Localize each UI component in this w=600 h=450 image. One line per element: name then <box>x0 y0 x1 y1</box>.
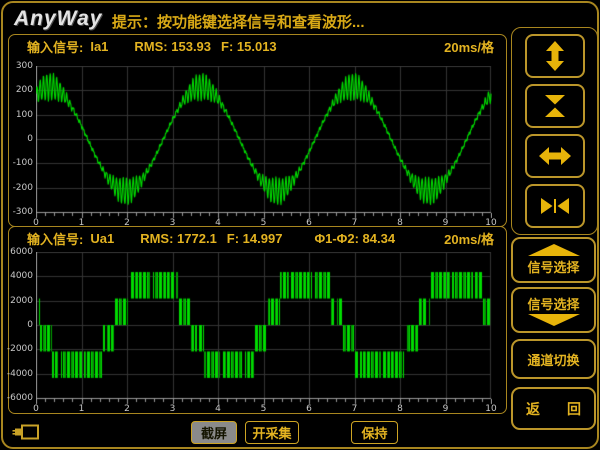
compress-vertical-button[interactable] <box>525 84 585 128</box>
signal-select-label: 信号选择 <box>527 257 579 276</box>
panel-header-ua1: 输入信号: Ua1 RMS: 1772.1 F: 14.997 Φ1-Φ2: 8… <box>27 230 498 247</box>
y-tick-label: 300 <box>16 61 33 71</box>
x-tick-label: 5 <box>261 404 267 414</box>
hold-label: 保持 <box>361 423 387 442</box>
usb-drive-icon <box>12 424 40 440</box>
analyzer-screen: AnyWay 提示：按功能键选择信号和查看波形... 输入信号: Ia1 RMS… <box>0 0 600 450</box>
x-tick-label: 7 <box>352 404 358 414</box>
timebase-readout: 20ms/格 <box>444 37 494 56</box>
expand-vertical-button[interactable] <box>525 34 585 78</box>
y-axis-labels: 3002001000-100-200-300 <box>10 66 35 212</box>
panel-header-ia1: 输入信号: Ia1 RMS: 153.93 F: 15.013 20ms/格 <box>27 38 498 55</box>
channel-switch-button[interactable]: 通道切换 <box>511 339 596 379</box>
y-tick-label: 0 <box>27 320 33 330</box>
screenshot-button[interactable]: 截屏 <box>191 421 237 444</box>
compress-horizontal-icon <box>540 196 570 216</box>
x-tick-label: 1 <box>79 404 85 414</box>
x-tick-label: 4 <box>215 404 221 414</box>
ia1-waveform-canvas <box>36 66 492 219</box>
x-tick-label: 2 <box>124 404 130 414</box>
zoom-button-group <box>511 27 598 235</box>
hold-button[interactable]: 保持 <box>351 421 398 444</box>
y-tick-label: -2000 <box>7 344 33 354</box>
y-tick-label: 100 <box>16 110 33 120</box>
y-tick-label: -100 <box>13 158 33 168</box>
plot-area-ua1 <box>36 252 492 405</box>
expand-horizontal-button[interactable] <box>525 134 585 178</box>
back-label-left: 返 <box>526 399 540 419</box>
y-tick-label: -300 <box>13 207 33 217</box>
frequency-readout: F: 14.997 <box>227 231 283 246</box>
hint-text: 提示：按功能键选择信号和查看波形... <box>112 11 365 32</box>
triangle-up-icon <box>528 244 580 256</box>
y-tick-label: -4000 <box>7 369 33 379</box>
x-tick-label: 10 <box>485 404 496 414</box>
expand-horizontal-icon <box>539 146 571 166</box>
screenshot-label: 截屏 <box>201 423 227 442</box>
start-acquire-button[interactable]: 开采集 <box>245 421 299 444</box>
signal-select-down-button[interactable]: 信号选择 <box>511 287 596 333</box>
rms-readout: RMS: 153.93 <box>134 39 211 54</box>
y-tick-label: 2000 <box>10 296 33 306</box>
signal-name: Ia1 <box>90 39 108 54</box>
plot-area-ia1 <box>36 66 492 219</box>
y-tick-label: -200 <box>13 183 33 193</box>
channel-switch-label: 通道切换 <box>527 350 579 369</box>
timebase-readout: 20ms/格 <box>444 229 494 248</box>
compress-vertical-icon <box>540 93 570 119</box>
x-tick-label: 0 <box>33 404 39 414</box>
start-acquire-label: 开采集 <box>252 423 291 442</box>
waveform-panel-ia1: 输入信号: Ia1 RMS: 153.93 F: 15.013 20ms/格 3… <box>8 34 507 227</box>
compress-horizontal-button[interactable] <box>525 184 585 228</box>
signal-select-up-button[interactable]: 信号选择 <box>511 237 596 283</box>
frequency-readout: F: 15.013 <box>221 39 277 54</box>
back-button[interactable]: 返 回 <box>511 387 596 430</box>
phase-readout: Φ1-Φ2: 84.34 <box>314 231 395 246</box>
y-tick-label: 6000 <box>10 247 33 257</box>
anyway-logo: AnyWay <box>14 7 102 31</box>
back-label-right: 回 <box>567 399 581 419</box>
x-tick-label: 3 <box>170 404 176 414</box>
x-tick-label: 8 <box>397 404 403 414</box>
x-axis-labels: 012345678910 <box>36 404 492 416</box>
rms-readout: RMS: 1772.1 <box>140 231 217 246</box>
y-tick-label: 0 <box>27 134 33 144</box>
signal-select-label: 信号选择 <box>527 294 579 313</box>
y-tick-label: 200 <box>16 85 33 95</box>
x-tick-label: 9 <box>443 404 449 414</box>
signal-label: 输入信号: <box>27 229 83 248</box>
triangle-down-icon <box>528 314 580 326</box>
x-tick-label: 6 <box>306 404 312 414</box>
signal-name: Ua1 <box>90 231 114 246</box>
waveform-panel-ua1: 输入信号: Ua1 RMS: 1772.1 F: 14.997 Φ1-Φ2: 8… <box>8 226 507 414</box>
y-tick-label: 4000 <box>10 271 33 281</box>
y-axis-labels: 6000400020000-2000-4000-6000 <box>10 252 35 398</box>
expand-vertical-icon <box>543 41 567 71</box>
signal-label: 输入信号: <box>27 37 83 56</box>
y-tick-label: -6000 <box>7 393 33 403</box>
ua1-waveform-canvas <box>36 252 492 405</box>
